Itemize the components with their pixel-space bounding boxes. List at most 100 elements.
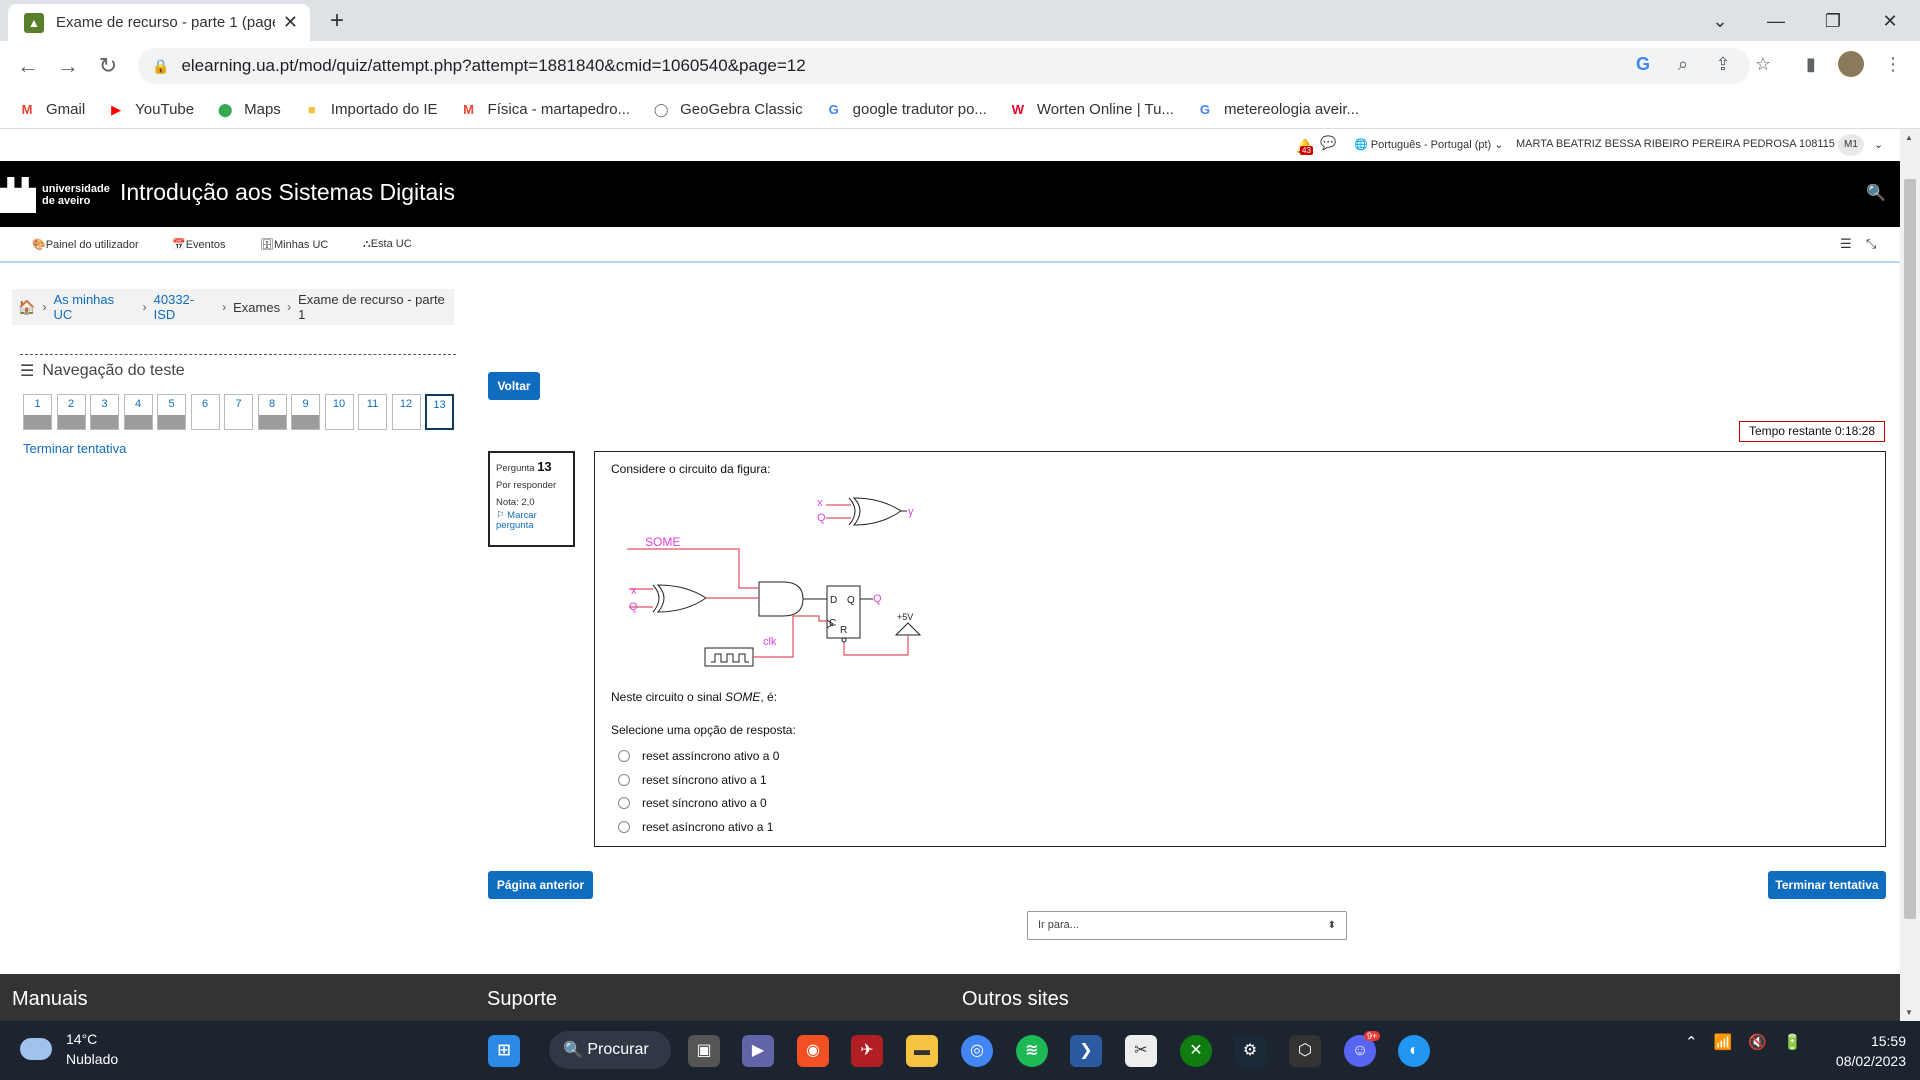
close-tab-icon[interactable]: ✕ <box>283 12 298 33</box>
question-nav-button[interactable]: 10 <box>324 394 354 430</box>
answer-option-label: reset assíncrono ativo a 0 <box>642 749 780 763</box>
bookmark-item[interactable]: Gmetereologia aveir... <box>1196 101 1359 118</box>
tab-search-icon[interactable]: ⌄ <box>1700 6 1740 36</box>
university-logo[interactable]: universidade de aveiro <box>0 175 110 215</box>
virtualbox-icon[interactable]: ⬡ <box>1289 1035 1321 1067</box>
question-nav-button[interactable]: 5 <box>157 394 186 430</box>
nav-this-course[interactable]: ⛬Esta UC <box>363 238 412 251</box>
taskbar-search[interactable]: 🔍 Procurar <box>549 1031 671 1069</box>
bookmark-item[interactable]: ⬤ Maps <box>216 101 281 118</box>
chrome-icon[interactable]: ◎ <box>961 1035 993 1067</box>
back-arrow-icon[interactable]: ← <box>12 51 44 81</box>
question-nav-button[interactable]: 12 <box>391 394 421 430</box>
radio-button[interactable] <box>618 820 630 833</box>
clock[interactable]: 15:59 08/02/2023 <box>1820 1031 1906 1071</box>
breadcrumb-exams[interactable]: Exames <box>233 300 280 315</box>
collapse-icon[interactable]: ⤡ <box>1866 236 1876 252</box>
muted-speaker-icon[interactable]: 🔇 <box>1748 1033 1767 1051</box>
home-icon[interactable]: 🏠 <box>18 299 35 316</box>
nav-dashboard[interactable]: 🎨Painel do utilizador <box>32 238 139 251</box>
share-icon[interactable]: ⇪ <box>1708 49 1738 79</box>
page-scrollbar[interactable]: ▲ ▼ <box>1900 129 1920 1021</box>
user-menu-chevron-icon[interactable]: ⌄ <box>1874 138 1883 151</box>
question-nav-button[interactable]: 2 <box>56 394 86 430</box>
xbox-icon[interactable]: ✕ <box>1180 1035 1212 1067</box>
windows-start-icon[interactable]: ⊞ <box>488 1035 520 1067</box>
office-app-icon[interactable]: ◉ <box>797 1035 829 1067</box>
previous-page-button[interactable]: Página anterior <box>488 871 593 899</box>
bookmark-item[interactable]: M Física - martapedro... <box>460 101 630 118</box>
answer-option[interactable]: reset síncrono ativo a 0 <box>618 796 767 810</box>
tray-chevron-icon[interactable]: ⌃ <box>1685 1033 1698 1051</box>
powershell-icon[interactable]: ❯ <box>1070 1035 1102 1067</box>
close-window-button[interactable]: ✕ <box>1870 6 1910 36</box>
google-translate-icon[interactable]: G <box>1628 49 1658 79</box>
question-nav-button[interactable]: 13 <box>425 394 454 430</box>
flag-question-link[interactable]: ⚐ Marcar pergunta <box>496 511 567 531</box>
zoom-icon[interactable]: ⌕ <box>1668 49 1698 79</box>
answer-option[interactable]: reset síncrono ativo a 1 <box>618 773 767 787</box>
messages-icon[interactable]: 💬 <box>1320 135 1336 151</box>
question-nav-button[interactable]: 6 <box>190 394 220 430</box>
back-button[interactable]: Voltar <box>488 372 540 400</box>
restore-button[interactable]: ❐ <box>1813 6 1853 36</box>
jump-to-select[interactable]: Ir para... ⬍ <box>1027 911 1347 940</box>
list-view-icon[interactable]: ☰ <box>1840 236 1852 252</box>
forward-arrow-icon[interactable]: → <box>52 51 84 81</box>
file-explorer-icon[interactable]: ▬ <box>906 1035 938 1067</box>
spotify-icon[interactable]: ≋ <box>1016 1035 1048 1067</box>
teams-chat-icon[interactable]: ▶ <box>742 1035 774 1067</box>
answer-option[interactable]: reset assíncrono ativo a 0 <box>618 749 779 763</box>
breadcrumb-course[interactable]: 40332-ISD <box>154 292 216 322</box>
bookmark-item[interactable]: ▶ YouTube <box>107 101 194 118</box>
bookmark-star-icon[interactable]: ☆ <box>1748 49 1778 79</box>
scroll-thumb[interactable] <box>1904 179 1916 919</box>
battery-icon[interactable]: 🔋 <box>1783 1033 1802 1051</box>
url-input[interactable] <box>181 56 1482 76</box>
reload-icon[interactable]: ↻ <box>92 51 124 81</box>
minimize-button[interactable]: — <box>1756 6 1796 36</box>
radio-button[interactable] <box>618 750 630 762</box>
course-title[interactable]: Introdução aos Sistemas Digitais <box>120 179 455 206</box>
search-icon[interactable]: 🔍 <box>1866 183 1886 203</box>
question-nav-button[interactable]: 7 <box>224 394 253 430</box>
bookmark-item[interactable]: ◯ GeoGebra Classic <box>652 101 803 118</box>
question-nav-button[interactable]: 9 <box>291 394 320 430</box>
side-panel-icon[interactable]: ▮ <box>1796 49 1826 79</box>
nav-events[interactable]: 📅Eventos <box>172 238 225 251</box>
browser-app-icon[interactable]: ◐ <box>1398 1035 1430 1067</box>
lock-icon[interactable]: 🔒 <box>152 58 169 75</box>
radio-button[interactable] <box>618 797 630 809</box>
question-nav-button[interactable]: 8 <box>257 394 287 430</box>
wifi-icon[interactable]: 📶 <box>1714 1033 1733 1051</box>
scroll-down-icon[interactable]: ▼ <box>1905 1008 1913 1017</box>
user-avatar[interactable]: M1 <box>1838 134 1864 156</box>
bookmark-item[interactable]: ■ Importado do IE <box>303 101 438 118</box>
question-nav-button[interactable]: 3 <box>90 394 119 430</box>
bookmark-item[interactable]: Ggoogle tradutor po... <box>825 101 987 118</box>
browser-tab[interactable]: ▲ Exame de recurso - parte 1 (page ✕ <box>8 4 310 41</box>
bookmark-item[interactable]: W Worten Online | Tu... <box>1009 101 1174 118</box>
snipping-tool-icon[interactable]: ✂ <box>1125 1035 1157 1067</box>
task-view-icon[interactable]: ▣ <box>688 1035 720 1067</box>
user-name[interactable]: MARTA BEATRIZ BESSA RIBEIRO PEREIRA PEDR… <box>1516 138 1835 150</box>
finish-attempt-button[interactable]: Terminar tentativa <box>1768 871 1886 899</box>
app-icon[interactable]: ✈ <box>851 1035 883 1067</box>
new-tab-button[interactable]: + <box>320 6 354 36</box>
answer-option[interactable]: reset asíncrono ativo a 1 <box>618 820 773 834</box>
steam-icon[interactable]: ⚙ <box>1234 1035 1266 1067</box>
radio-button[interactable] <box>618 773 630 786</box>
address-bar[interactable]: 🔒 <box>138 48 1750 84</box>
nav-my-courses[interactable]: 🗄Minhas UC <box>260 238 328 251</box>
question-nav-button[interactable]: 4 <box>123 394 153 430</box>
menu-kebab-icon[interactable]: ⋮ <box>1878 49 1908 79</box>
finish-attempt-link[interactable]: Terminar tentativa <box>23 441 126 456</box>
breadcrumb-my-courses[interactable]: As minhas UC <box>53 292 135 322</box>
language-menu[interactable]: 🌐 Português - Portugal (pt) ⌄ <box>1354 138 1504 151</box>
question-nav-button[interactable]: 11 <box>358 394 387 430</box>
bookmark-item[interactable]: M Gmail <box>18 101 86 118</box>
profile-avatar[interactable] <box>1838 51 1864 77</box>
scroll-up-icon[interactable]: ▲ <box>1905 133 1913 142</box>
weather-widget[interactable]: 14°C Nublado <box>20 1029 118 1069</box>
question-nav-button[interactable]: 1 <box>23 394 52 430</box>
